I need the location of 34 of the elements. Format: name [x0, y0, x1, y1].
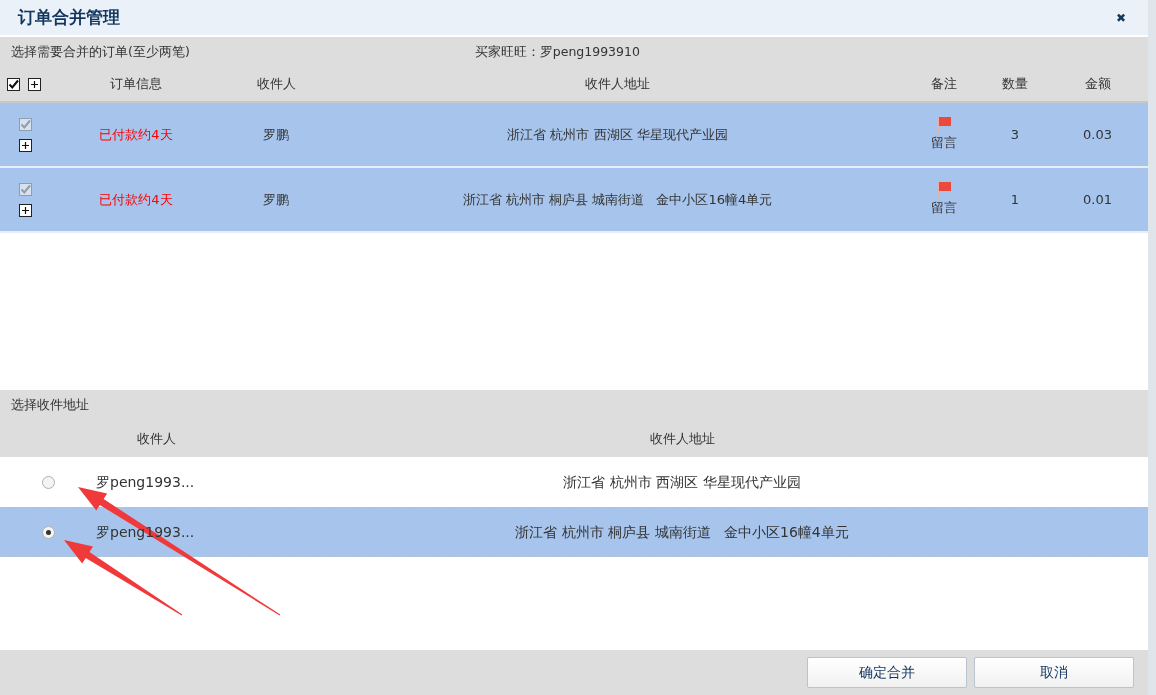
table-cell-text: 浙江省 杭州市 西湖区 华星现代产业园 [506, 125, 729, 144]
flag-icon [936, 116, 952, 134]
table-cell-text: 浙江省 杭州市 桐庐县 城南街道 金中小区16幢4单元 [461, 190, 774, 209]
column-header: 数量 [1001, 75, 1029, 94]
table-cell-text: 罗鹏 [262, 125, 290, 144]
section-label: 选择收件地址 [11, 395, 89, 414]
column-header: 收件人 [255, 75, 297, 94]
column-header: 收件人地址 [584, 75, 651, 94]
radio-button[interactable] [41, 525, 55, 539]
expand-icon[interactable] [28, 77, 41, 91]
table-cell-text: 0.03 [1082, 125, 1113, 144]
status-text: 已付款约4天 [98, 190, 174, 209]
dialog-button[interactable]: 取消 [974, 657, 1134, 688]
table-cell-text: 0.01 [1082, 190, 1113, 209]
table-cell-text: 1 [1009, 190, 1021, 209]
table-cell-text: 浙江省 杭州市 西湖区 华星现代产业园 [562, 472, 802, 492]
dialog-button[interactable]: 确定合并 [807, 657, 967, 688]
flag-icon [936, 181, 952, 199]
column-header: 收件人 [135, 429, 177, 448]
checkbox[interactable] [7, 77, 20, 91]
column-header: 收件人地址 [648, 429, 716, 448]
dialog-title: 订单合并管理 [18, 7, 120, 28]
column-header: 订单信息 [109, 75, 163, 94]
buyer-label: 买家旺旺：罗peng1993910 [474, 42, 640, 61]
close-button[interactable]: ✖ [1111, 8, 1130, 27]
table-cell-text: 3 [1009, 125, 1021, 144]
table-cell-text: 浙江省 杭州市 桐庐县 城南街道 金中小区16幢4单元 [514, 522, 850, 542]
table-cell-text: 罗鹏 [262, 190, 290, 209]
status-text: 已付款约4天 [98, 125, 174, 144]
section-label: 选择需要合并的订单(至少两笔) [11, 42, 190, 61]
table-cell-text: 罗peng1993... [96, 472, 196, 492]
column-header: 备注 [930, 75, 958, 94]
radio-button[interactable] [41, 475, 55, 489]
column-header: 金额 [1083, 75, 1112, 94]
